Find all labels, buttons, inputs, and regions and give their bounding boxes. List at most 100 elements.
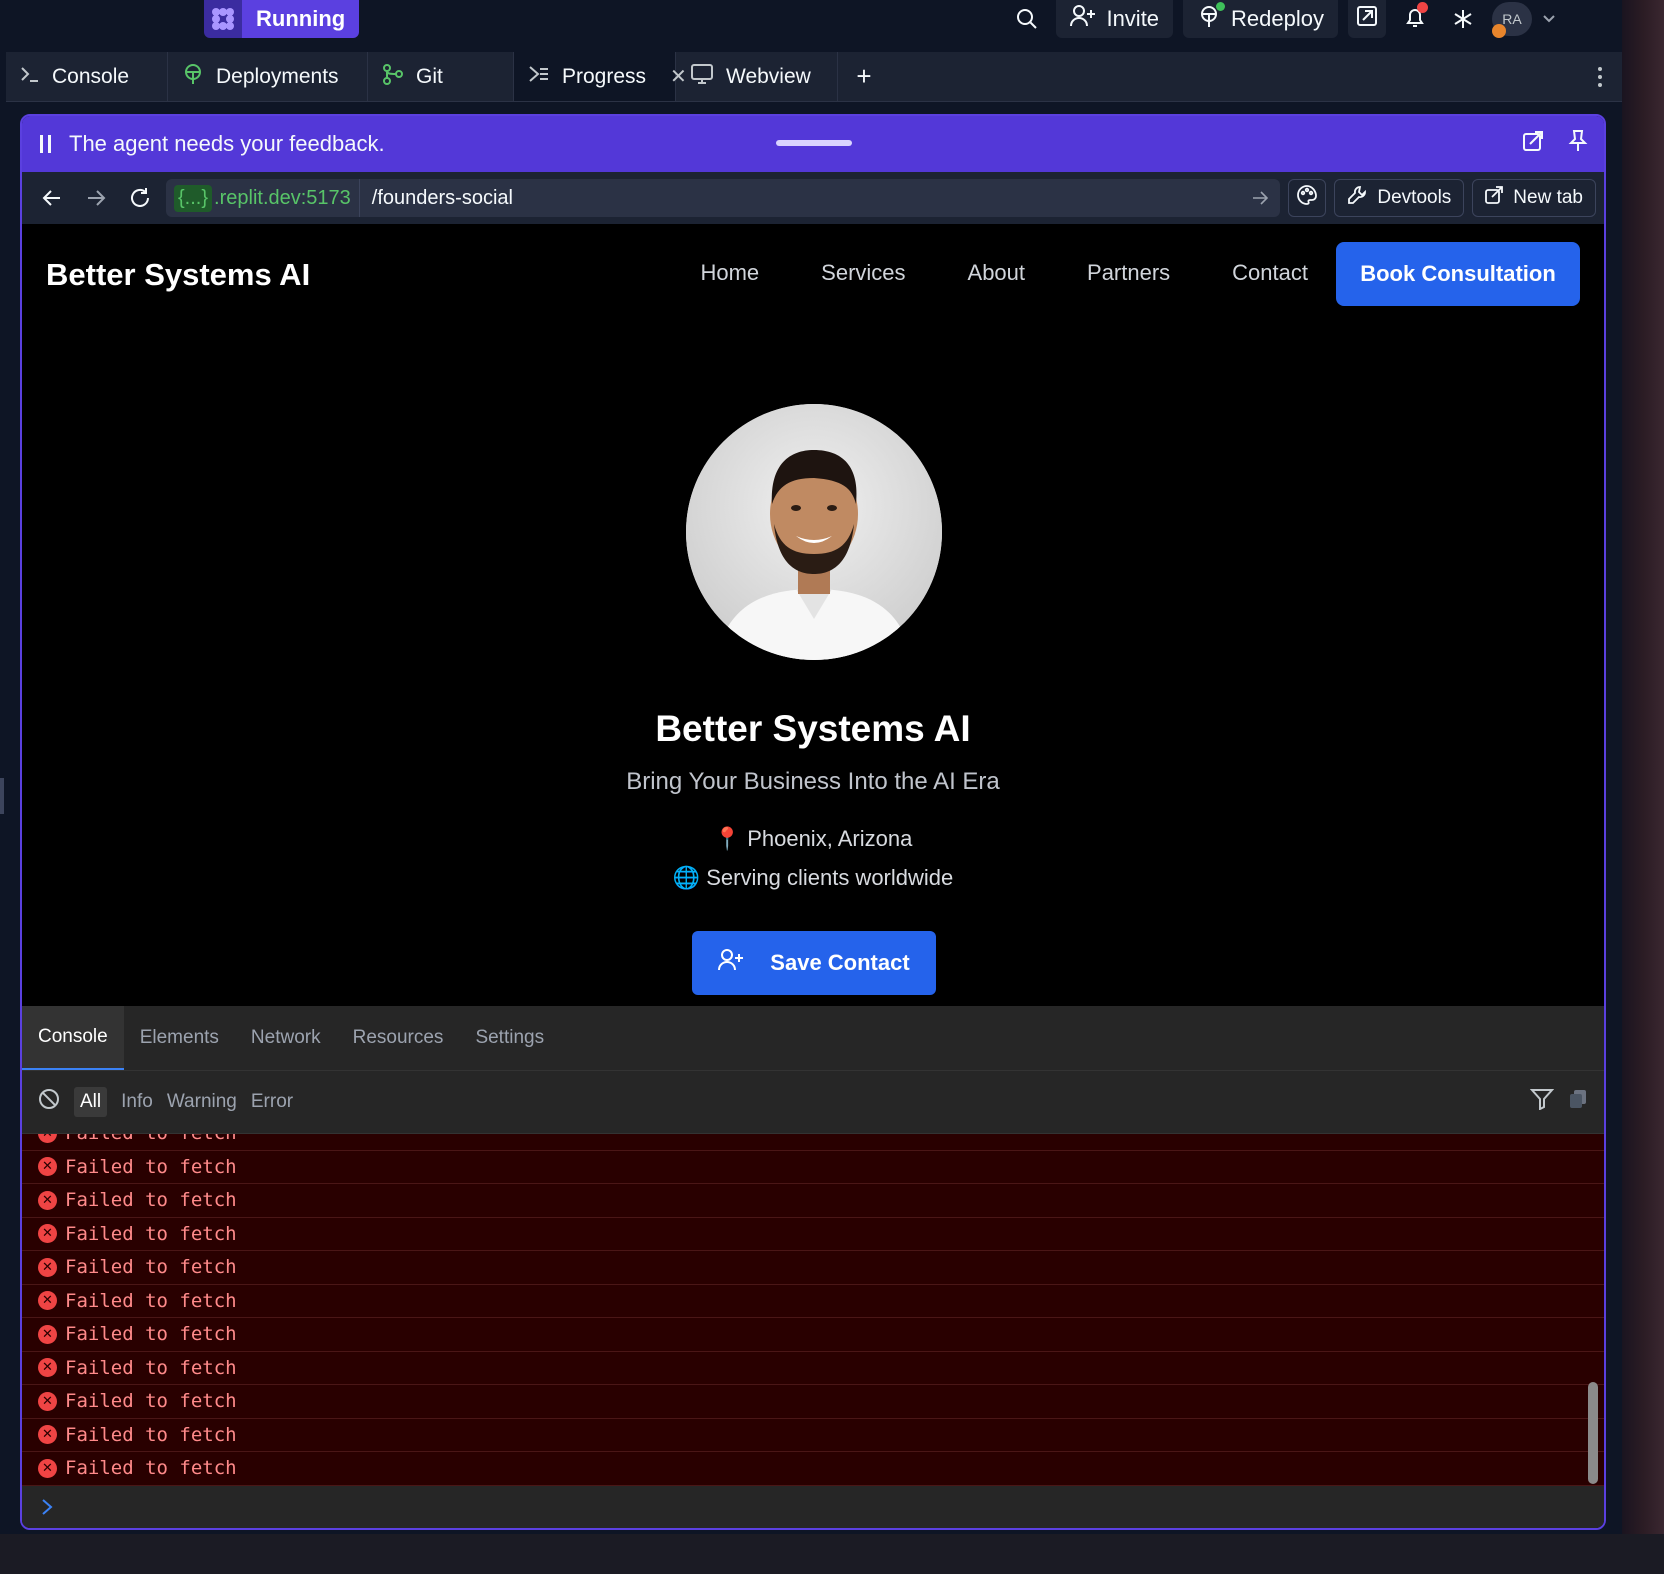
forward-arrow-icon[interactable] xyxy=(78,180,114,216)
website-preview: Better Systems AI Home Services About Pa… xyxy=(22,224,1604,1044)
log-entry: ✕ Failed to fetch xyxy=(22,1419,1604,1452)
add-tab-button[interactable]: + xyxy=(838,52,890,101)
console-scrollbar[interactable] xyxy=(1588,1382,1598,1484)
worldwide-text: 🌐 Serving clients worldwide xyxy=(672,865,954,890)
log-entry: ✕ Failed to fetch xyxy=(22,1385,1604,1419)
log-message: Failed to fetch xyxy=(65,1222,237,1245)
filter-all[interactable]: All xyxy=(74,1087,108,1117)
external-arrow-icon xyxy=(1356,5,1378,33)
invite-button[interactable]: Invite xyxy=(1056,0,1174,38)
console-prompt[interactable] xyxy=(22,1486,1604,1528)
devtools-tab-console[interactable]: Console xyxy=(22,1006,124,1070)
log-message: Failed to fetch xyxy=(65,1323,237,1346)
devtools-tab-resources[interactable]: Resources xyxy=(337,1006,460,1070)
copy-icon[interactable] xyxy=(1568,1088,1588,1116)
nav-link-contact[interactable]: Contact xyxy=(1232,260,1308,286)
replit-logo-icon xyxy=(204,0,242,38)
top-actions: Invite Redeploy RA xyxy=(1008,0,1562,38)
tab-git[interactable]: Git xyxy=(368,52,514,101)
drag-handle[interactable] xyxy=(776,140,852,146)
run-status[interactable]: Running xyxy=(204,0,360,38)
nav-link-home[interactable]: Home xyxy=(700,260,759,286)
deploy-icon xyxy=(1197,2,1226,34)
devtools-button[interactable]: Devtools xyxy=(1334,179,1465,217)
wrench-icon xyxy=(1347,185,1367,211)
tab-console[interactable]: Console xyxy=(6,52,168,101)
tab-deployments[interactable]: Deployments xyxy=(168,52,368,101)
url-input[interactable]: {...} .replit.dev:5173 /founders-social xyxy=(166,179,1281,217)
location-text: 📍 Phoenix, Arizona xyxy=(713,826,913,851)
nav-link-partners[interactable]: Partners xyxy=(1087,260,1170,286)
workspace-tabs: Console Deployments Git Progress ✕ Webvi… xyxy=(6,52,1622,102)
url-host: {...} .replit.dev:5173 xyxy=(166,179,360,217)
new-tab-label: New tab xyxy=(1513,187,1583,208)
filter-error[interactable]: Error xyxy=(251,1091,293,1113)
palette-icon xyxy=(1296,184,1318,212)
chevron-down-icon[interactable] xyxy=(1542,14,1562,24)
go-arrow-icon[interactable] xyxy=(1240,191,1280,205)
new-tab-button[interactable]: New tab xyxy=(1472,179,1596,217)
log-entry: ✕ Failed to fetch xyxy=(22,1285,1604,1318)
tab-label: Webview xyxy=(726,64,811,88)
back-arrow-icon[interactable] xyxy=(34,180,70,216)
asterisk-icon[interactable] xyxy=(1444,0,1482,38)
running-label: Running xyxy=(242,0,360,38)
open-deployment-button[interactable] xyxy=(1348,0,1386,38)
log-entry: ✕ Failed to fetch xyxy=(22,1218,1604,1251)
site-navbar: Better Systems AI Home Services About Pa… xyxy=(22,224,1604,324)
external-link-icon xyxy=(1485,186,1504,210)
log-entry: ✕ Failed to fetch xyxy=(22,1352,1604,1385)
console-filter-bar: All Info Warning Error xyxy=(22,1070,1604,1134)
pin-icon[interactable] xyxy=(1568,129,1588,159)
error-icon: ✕ xyxy=(38,1291,57,1311)
feedback-message: The agent needs your feedback. xyxy=(69,131,385,156)
feedback-banner: The agent needs your feedback. xyxy=(22,116,1604,172)
filter-warning[interactable]: Warning xyxy=(167,1091,237,1113)
devtools-tab-network[interactable]: Network xyxy=(235,1006,337,1070)
error-icon: ✕ xyxy=(38,1458,57,1478)
log-entry: ✕ Failed to fetch xyxy=(22,1318,1604,1352)
save-contact-button[interactable]: Save Contact xyxy=(692,931,936,995)
clear-console-icon[interactable] xyxy=(38,1088,60,1116)
save-contact-label: Save Contact xyxy=(770,950,910,975)
search-icon[interactable] xyxy=(1008,0,1046,38)
log-message: Failed to fetch xyxy=(65,1256,237,1279)
tab-progress[interactable]: Progress ✕ xyxy=(514,52,687,101)
pause-icon[interactable] xyxy=(40,135,51,153)
theme-button[interactable] xyxy=(1288,179,1327,217)
log-message: Failed to fetch xyxy=(65,1457,237,1480)
panel-resize-handle[interactable] xyxy=(0,778,4,814)
reload-icon[interactable] xyxy=(122,180,158,216)
nav-link-services[interactable]: Services xyxy=(821,260,905,286)
site-logo[interactable]: Better Systems AI xyxy=(46,257,310,293)
notifications-button[interactable] xyxy=(1396,0,1434,38)
avatar[interactable]: RA xyxy=(1492,2,1532,38)
tab-webview[interactable]: Webview xyxy=(676,52,838,101)
popout-icon[interactable] xyxy=(1522,130,1544,158)
redeploy-label: Redeploy xyxy=(1231,6,1324,31)
log-message: Failed to fetch xyxy=(65,1356,237,1379)
log-message: Failed to fetch xyxy=(65,1134,237,1144)
filter-info[interactable]: Info xyxy=(121,1091,153,1113)
log-message: Failed to fetch xyxy=(65,1289,237,1312)
tab-label: Deployments xyxy=(216,64,339,88)
git-branch-icon xyxy=(382,63,404,91)
background-edge xyxy=(1622,0,1664,1574)
error-icon: ✕ xyxy=(38,1257,57,1277)
progress-icon xyxy=(528,65,550,89)
error-icon: ✕ xyxy=(38,1190,57,1210)
more-options-icon[interactable] xyxy=(1578,52,1622,101)
nav-link-about[interactable]: About xyxy=(968,260,1026,286)
top-bar: Running Invite Redeploy RA xyxy=(0,0,1622,48)
devtools-tab-settings[interactable]: Settings xyxy=(459,1006,560,1070)
filter-icon[interactable] xyxy=(1529,1088,1555,1116)
avatar-badge xyxy=(1492,24,1506,38)
log-message: Failed to fetch xyxy=(65,1390,237,1413)
monitor-icon xyxy=(690,63,714,91)
error-icon: ✕ xyxy=(38,1391,57,1411)
redeploy-button[interactable]: Redeploy xyxy=(1183,0,1338,38)
devtools-tab-elements[interactable]: Elements xyxy=(124,1006,235,1070)
log-message: Failed to fetch xyxy=(65,1423,237,1446)
book-consultation-button[interactable]: Book Consultation xyxy=(1336,242,1580,306)
terminal-icon xyxy=(20,65,40,89)
